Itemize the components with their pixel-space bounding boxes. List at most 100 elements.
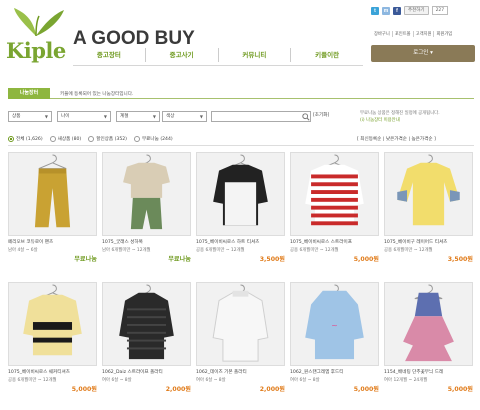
link-cart[interactable]: 장바구니 (372, 31, 393, 37)
product-price: 무료나눔 (168, 256, 191, 263)
nav-item-used-buy[interactable]: 중고사기 (146, 48, 219, 62)
product-title[interactable]: 1075_베이비씨로스 쉐커티셔츠 (8, 369, 97, 375)
twitter-icon[interactable]: t (371, 6, 379, 15)
garment-icon (212, 284, 269, 362)
reset-button[interactable]: [초기화] (313, 112, 329, 118)
radio-label: 할인상품 (352) (96, 137, 127, 142)
tab-sharing-market[interactable]: 나눔장터 (8, 88, 50, 99)
nav-item-used-market[interactable]: 중고장터 (73, 48, 146, 62)
me2day-icon[interactable]: m (382, 6, 390, 15)
product-image[interactable] (384, 152, 473, 236)
garment-icon (403, 284, 454, 362)
product-image[interactable]: ~ (290, 282, 379, 366)
product-meta: 공용 6개월미만 ~ 12개월 (196, 248, 245, 253)
garment-icon (397, 154, 460, 226)
nav-divider (73, 65, 363, 66)
radio-dot (133, 136, 140, 142)
filter-color-select[interactable]: 색상 ▼ (162, 111, 207, 122)
filter-divider (8, 145, 474, 146)
product-card[interactable]: 1075_굿래스 성하복남아 6개월미만 ~ 12개월무료나눔 (102, 152, 191, 263)
product-meta: 여아 6살 ~ 8살 (196, 378, 226, 383)
product-card[interactable]: ~1062_원스탠그레엠 후드티 여아 6살 ~ 8살 5,000원 (290, 282, 379, 393)
sort-options[interactable]: [ 최신등록순 | 낮은가격순 | 높은가격순 ] (357, 136, 436, 142)
product-image[interactable] (8, 152, 97, 236)
garment-icon (305, 154, 364, 226)
product-title[interactable]: 1154_배네팅 단추꽃무늬 드레 (384, 369, 473, 375)
product-image[interactable] (196, 282, 285, 366)
product-card[interactable]: 1062_Daiz 스트라이프 폴라티 여아 6살 ~ 8살 2,000원 (102, 282, 191, 393)
select-value: 색상 (166, 114, 175, 119)
product-title[interactable]: 1075_베이비구 레이어드 티셔츠 (384, 239, 473, 245)
product-meta: 여아 12개월 ~ 24개월 (384, 378, 428, 383)
guide-link[interactable]: (i) 나눔장터 이용안내 (360, 117, 400, 123)
filter-age-select[interactable]: 나이 ▼ (57, 111, 111, 122)
radio-new[interactable]: 새상품 (80) (49, 136, 82, 142)
login-label: 로그인 (413, 50, 429, 56)
product-card[interactable]: 1075_베이비씨로스 쉐커티셔츠공용 6개월미만 ~ 12개월 5,000원 (8, 282, 97, 393)
radio-all[interactable]: 전체 (1,626) (8, 136, 43, 142)
product-image[interactable] (102, 152, 191, 236)
product-meta: 공용 6개월미만 ~ 12개월 (8, 378, 57, 383)
product-title[interactable]: 1062_데이즈 기본 폴라티 (196, 369, 285, 375)
type-radio-group: 전체 (1,626) 새상품 (80) 할인상품 (352) 무료나눔 (244… (8, 136, 173, 142)
recommend-count: 227 (431, 6, 449, 15)
radio-dot (8, 136, 14, 142)
main-nav: 중고장터 중고사기 커뮤니티 키플이란 (73, 48, 363, 62)
product-title[interactable]: 페리오브 코듀로이 팬츠 (8, 239, 97, 245)
product-image[interactable] (384, 282, 473, 366)
chevron-down-icon: ▾ (430, 50, 433, 56)
search-icon[interactable] (302, 113, 310, 121)
product-meta: 여아 6살 ~ 8살 (290, 378, 320, 383)
product-meta: 남아 6개월미만 ~ 12개월 (102, 248, 151, 253)
radio-dot (49, 136, 56, 142)
chevron-down-icon: ▼ (152, 114, 156, 119)
garment-icon (213, 154, 268, 226)
radio-discount[interactable]: 할인상품 (352) (88, 136, 127, 142)
product-price: 무료나눔 (74, 256, 97, 263)
login-button[interactable]: 로그인 ▾ (371, 45, 475, 62)
tab-description: 키플에 등록되어 있는 나눔장터입니다. (60, 92, 134, 97)
social-bar: t m f 추천하기 227 (371, 6, 449, 15)
link-signup[interactable]: 회원가입 (434, 31, 454, 37)
facebook-icon[interactable]: f (393, 6, 401, 15)
product-card[interactable]: 1075_베이비씨로스 스트라이프 공용 6개월미만 ~ 12개월 5,000원 (290, 152, 379, 263)
top-links: 장바구니 포인트몰 고객지원 회원가입 (372, 31, 454, 37)
product-card[interactable]: 페리오브 코듀로이 팬츠 남아 4살 ~ 6살 무료나눔 (8, 152, 97, 263)
product-title[interactable]: 1075_베이비씨로스 하트 티셔츠 (196, 239, 285, 245)
product-title[interactable]: 1062_Daiz 스트라이프 폴라티 (102, 369, 191, 375)
product-title[interactable]: 1075_굿래스 성하복 (102, 239, 191, 245)
product-price: 5,000원 (447, 386, 473, 393)
product-title[interactable]: 1075_베이비씨로스 스트라이프 (290, 239, 379, 245)
radio-label: 전체 (1,626) (16, 137, 43, 142)
product-price: 5,000원 (71, 386, 97, 393)
garment-icon (23, 284, 82, 356)
product-card[interactable]: 1075_베이비구 레이어드 티셔츠 공용 6개월미만 ~ 12개월 3,500원 (384, 152, 473, 263)
chevron-down-icon: ▼ (44, 114, 48, 119)
product-title[interactable]: 1062_원스탠그레엠 후드티 (290, 369, 379, 375)
radio-dot (88, 136, 95, 142)
product-card[interactable]: 1154_배네팅 단추꽃무늬 드레여아 12개월 ~ 24개월 5,000원 (384, 282, 473, 393)
brand-title: A GOOD BUY (73, 28, 195, 49)
product-meta: 여아 6살 ~ 8살 (102, 378, 132, 383)
nav-item-community[interactable]: 커뮤니티 (219, 48, 292, 62)
link-support[interactable]: 고객지원 (414, 31, 435, 37)
select-value: 상품 (12, 114, 21, 119)
product-price: 3,500원 (447, 256, 473, 263)
product-image[interactable] (102, 282, 191, 366)
nav-item-about[interactable]: 키플이란 (291, 48, 363, 62)
product-card[interactable]: 1062_데이즈 기본 폴라티 여아 6살 ~ 8살 2,000원 (196, 282, 285, 393)
radio-label: 새상품 (80) (57, 137, 82, 142)
radio-free[interactable]: 무료나눔 (244) (133, 136, 173, 142)
product-image[interactable] (196, 152, 285, 236)
radio-label: 무료나눔 (244) (141, 137, 173, 142)
product-price: 3,500원 (259, 256, 285, 263)
product-card[interactable]: 1075_베이비씨로스 하트 티셔츠공용 6개월미만 ~ 12개월 3,500원 (196, 152, 285, 263)
product-image[interactable] (290, 152, 379, 236)
recommend-button[interactable]: 추천하기 (404, 6, 429, 15)
product-image[interactable] (8, 282, 97, 366)
filter-season-select[interactable]: 계절 ▼ (116, 111, 160, 122)
filter-product-select[interactable]: 상품 ▼ (8, 111, 52, 122)
garment-icon (119, 284, 174, 360)
search-input[interactable] (211, 111, 311, 122)
link-points[interactable]: 포인트몰 (393, 31, 414, 37)
